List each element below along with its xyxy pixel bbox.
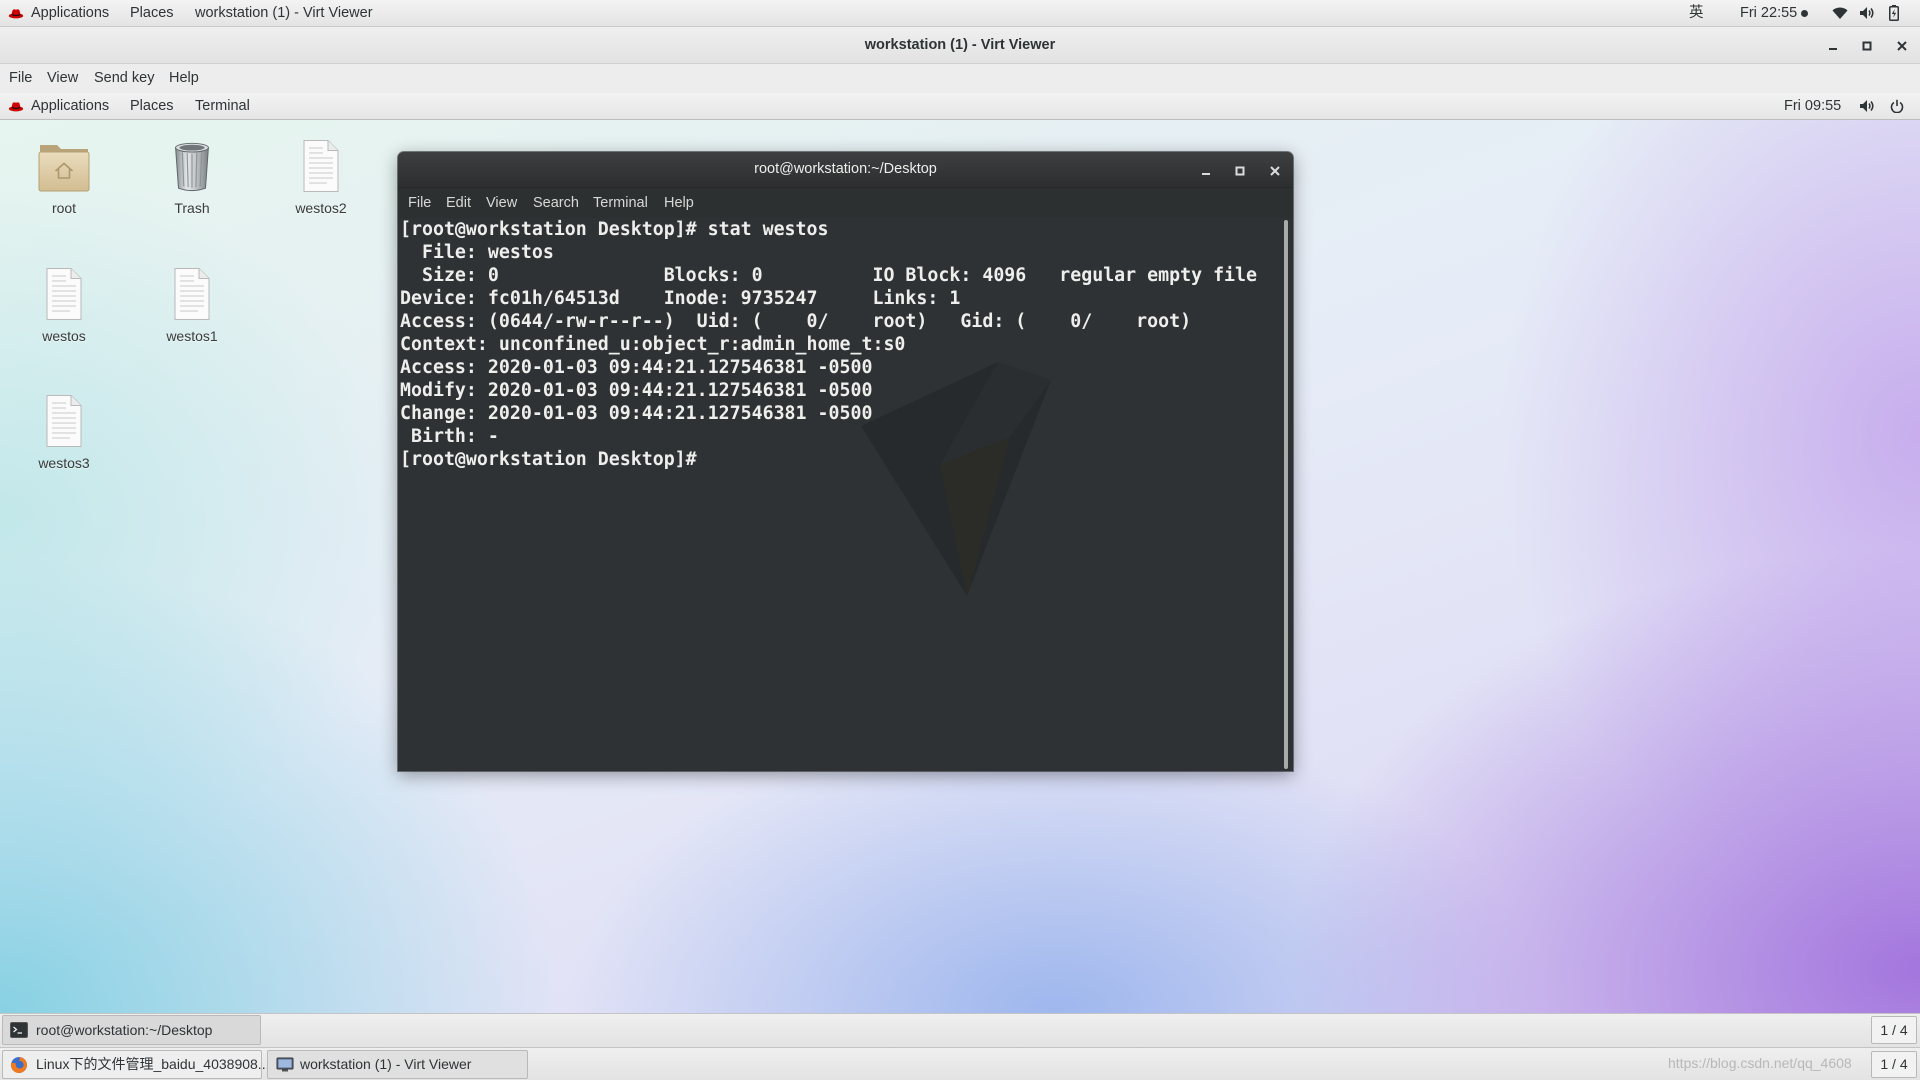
desktop-icon-westos1[interactable]: westos1 [137, 264, 247, 350]
terminal-line: Change: 2020-01-03 09:44:21.127546381 -0… [400, 403, 873, 424]
minimize-icon[interactable] [1827, 39, 1839, 57]
terminal-line: Context: unconfined_u:object_r:admin_hom… [400, 334, 906, 355]
terminal-menu-search[interactable]: Search [533, 188, 579, 218]
trash-icon [167, 136, 217, 194]
taskbar-button-label: workstation (1) - Virt Viewer [300, 1056, 472, 1072]
terminal-output[interactable]: [root@workstation Desktop]# stat westos … [398, 218, 1293, 771]
home-folder-icon [36, 136, 92, 194]
terminal-line: File: westos [400, 242, 554, 263]
terminal-title: root@workstation:~/Desktop [754, 161, 937, 177]
guest-top-bar: Applications Places Terminal Fri 09:55 [0, 93, 1920, 120]
redhat-icon [8, 100, 24, 118]
guest-taskbar: root@workstation:~/Desktop 1 / 4 [0, 1013, 1920, 1047]
terminal-titlebar[interactable]: root@workstation:~/Desktop [398, 152, 1293, 187]
taskbar-firefox-button[interactable]: Linux下的文件管理_baidu_4038908... [2, 1050, 269, 1079]
taskbar-virt-viewer-button[interactable]: workstation (1) - Virt Viewer [267, 1050, 528, 1079]
maximize-icon[interactable] [1861, 39, 1873, 57]
host-active-app-menu[interactable]: workstation (1) - Virt Viewer [195, 0, 373, 26]
volume-icon[interactable] [1859, 99, 1875, 118]
taskbar-button-label: Linux下的文件管理_baidu_4038908... [36, 1056, 270, 1072]
close-icon[interactable] [1269, 164, 1281, 182]
guest-terminal-menu[interactable]: Terminal [195, 93, 250, 119]
power-icon[interactable] [1890, 99, 1904, 118]
terminal-scrollbar[interactable] [1284, 220, 1288, 769]
text-file-icon [299, 136, 343, 194]
viewer-menubar: File View Send key Help [0, 64, 1920, 93]
terminal-line: Access: (0644/-rw-r--r--) Uid: ( 0/ root… [400, 311, 1192, 332]
host-top-bar: Applications Places workstation (1) - Vi… [0, 0, 1920, 27]
host-places-menu[interactable]: Places [130, 0, 174, 26]
host-applications-menu[interactable]: Applications [8, 0, 109, 26]
desktop-icon-label: westos [42, 328, 86, 344]
minimize-icon[interactable] [1200, 164, 1212, 182]
virt-viewer-icon [276, 1057, 294, 1078]
terminal-menu-view[interactable]: View [486, 188, 517, 218]
terminal-line: [root@workstation Desktop]# stat westos [400, 219, 829, 240]
terminal-line: Device: fc01h/64513d Inode: 9735247 Link… [400, 288, 961, 309]
desktop-icon-label: root [51, 200, 77, 216]
input-method-indicator[interactable]: 英 [1689, 0, 1704, 26]
text-file-icon [42, 264, 86, 322]
viewer-menu-view[interactable]: View [47, 64, 78, 93]
taskbar-terminal-button[interactable]: root@workstation:~/Desktop [2, 1015, 261, 1045]
text-file-icon [170, 264, 214, 322]
desktop-icon-westos[interactable]: westos [9, 264, 119, 350]
viewer-menu-help[interactable]: Help [169, 64, 199, 93]
guest-applications-menu[interactable]: Applications [8, 93, 109, 119]
viewer-window-title: workstation (1) - Virt Viewer [864, 37, 1056, 53]
desktop-icon-westos3[interactable]: westos3 [9, 391, 119, 477]
host-clock[interactable]: Fri 22:55 [1740, 0, 1797, 26]
csdn-watermark: https://blog.csdn.net/qq_4608 [1668, 1055, 1852, 1071]
desktop-icon-label: westos3 [38, 455, 90, 471]
terminal-prompt: [root@workstation Desktop]# [400, 449, 697, 470]
redhat-icon [8, 7, 24, 25]
close-icon[interactable] [1896, 39, 1908, 57]
desktop-icon-label: westos1 [166, 328, 218, 344]
terminal-menu-help[interactable]: Help [664, 188, 694, 218]
terminal-line: Size: 0 Blocks: 0 IO Block: 4096 regular… [400, 265, 1258, 286]
applications-label: Applications [31, 98, 110, 114]
terminal-menu-edit[interactable]: Edit [446, 188, 471, 218]
desktop-icon-westos2[interactable]: westos2 [266, 136, 376, 222]
terminal-icon [10, 1022, 28, 1043]
desktop-icon-trash[interactable]: Trash [137, 136, 247, 222]
terminal-menu-terminal[interactable]: Terminal [593, 188, 648, 218]
status-dot-icon [1801, 10, 1808, 17]
viewer-menu-send-key[interactable]: Send key [94, 64, 154, 93]
terminal-window[interactable]: root@workstation:~/Desktop File Edit Vie… [398, 152, 1293, 771]
volume-icon[interactable] [1859, 6, 1875, 25]
terminal-line: Modify: 2020-01-03 09:44:21.127546381 -0… [400, 380, 873, 401]
maximize-icon[interactable] [1234, 164, 1246, 182]
terminal-line: Birth: - [400, 426, 499, 447]
terminal-line: Access: 2020-01-03 09:44:21.127546381 -0… [400, 357, 873, 378]
terminal-lines: [root@workstation Desktop]# stat westos … [400, 218, 1257, 471]
firefox-icon [10, 1056, 28, 1079]
guest-clock[interactable]: Fri 09:55 [1784, 93, 1841, 119]
desktop-icon-label: Trash [174, 200, 210, 216]
desktop-icon-root[interactable]: root [9, 136, 119, 222]
viewer-menu-file[interactable]: File [9, 64, 32, 93]
applications-label: Applications [31, 5, 110, 21]
text-file-icon [42, 391, 86, 449]
desktop-icon-label: westos2 [295, 200, 347, 216]
terminal-menu-file[interactable]: File [408, 188, 431, 218]
guest-places-menu[interactable]: Places [130, 93, 174, 119]
terminal-menubar: File Edit View Search Terminal Help [398, 187, 1293, 218]
workspace-switcher[interactable]: 1 / 4 [1871, 1016, 1917, 1044]
host-taskbar: Linux下的文件管理_baidu_4038908... workstation… [0, 1047, 1920, 1080]
workspace-switcher[interactable]: 1 / 4 [1871, 1051, 1917, 1078]
viewer-titlebar[interactable]: workstation (1) - Virt Viewer [0, 27, 1920, 64]
wifi-icon[interactable] [1832, 6, 1848, 25]
battery-icon[interactable] [1889, 5, 1899, 26]
taskbar-button-label: root@workstation:~/Desktop [36, 1022, 213, 1038]
